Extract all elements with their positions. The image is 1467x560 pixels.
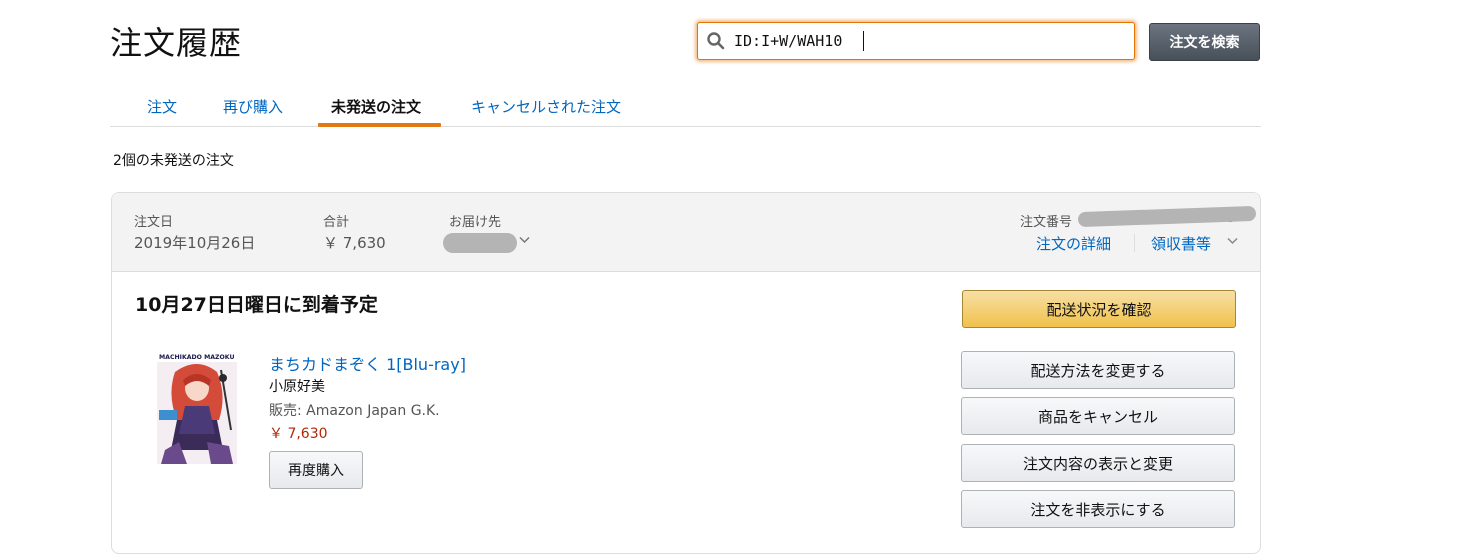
order-details-link[interactable]: 注文の詳細 (1036, 233, 1111, 254)
track-package-button[interactable]: 配送状況を確認 (962, 290, 1236, 328)
chevron-down-icon[interactable] (1227, 237, 1238, 245)
page-title: 注文履歴 (110, 24, 243, 62)
receipt-link[interactable]: 領収書等 (1151, 233, 1211, 254)
redacted-recipient (443, 233, 517, 253)
tab-orders[interactable]: 注文 (147, 96, 177, 117)
order-date-value: 2019年10月26日 (134, 234, 256, 252)
hide-order-button[interactable]: 注文を非表示にする (961, 490, 1235, 528)
tab-buy-again[interactable]: 再び購入 (223, 96, 283, 117)
view-edit-order-button[interactable]: 注文内容の表示と変更 (961, 444, 1235, 482)
order-date-label: 注文日 (134, 215, 174, 230)
link-separator (1134, 234, 1135, 252)
tab-open-orders[interactable]: 未発送の注文 (331, 96, 421, 117)
search-icon (707, 32, 725, 50)
search-orders-button[interactable]: 注文を検索 (1149, 23, 1260, 61)
cancel-item-button[interactable]: 商品をキャンセル (961, 397, 1235, 435)
product-seller: 販売: Amazon Japan G.K. (269, 403, 440, 419)
active-tab-indicator (318, 123, 441, 127)
delivery-estimate: 10月27日日曜日に到着予定 (135, 294, 378, 316)
order-search-box[interactable] (697, 22, 1135, 60)
product-image[interactable]: MACHIKADO MAZOKU (157, 350, 237, 464)
text-caret (863, 31, 864, 51)
product-title-link[interactable]: まちカドまぞく 1[Blu-ray] (269, 351, 466, 375)
search-input[interactable] (734, 23, 1124, 59)
tab-cancelled-orders[interactable]: キャンセルされた注文 (471, 96, 621, 117)
order-number-label: 注文番号 (1020, 215, 1073, 230)
order-count-text: 2個の未発送の注文 (113, 153, 234, 169)
ship-to-label: お届け先 (449, 215, 502, 230)
change-shipping-button[interactable]: 配送方法を変更する (961, 351, 1235, 389)
order-total-label: 合計 (323, 215, 350, 230)
product-image-text: MACHIKADO MAZOKU (159, 354, 235, 361)
order-total-value: ￥ 7,630 (323, 234, 386, 252)
product-price: ￥ 7,630 (269, 426, 328, 442)
buy-again-button[interactable]: 再度購入 (269, 451, 363, 489)
tabs-divider (110, 126, 1261, 127)
chevron-down-icon[interactable] (519, 236, 530, 244)
product-author: 小原好美 (269, 379, 325, 395)
